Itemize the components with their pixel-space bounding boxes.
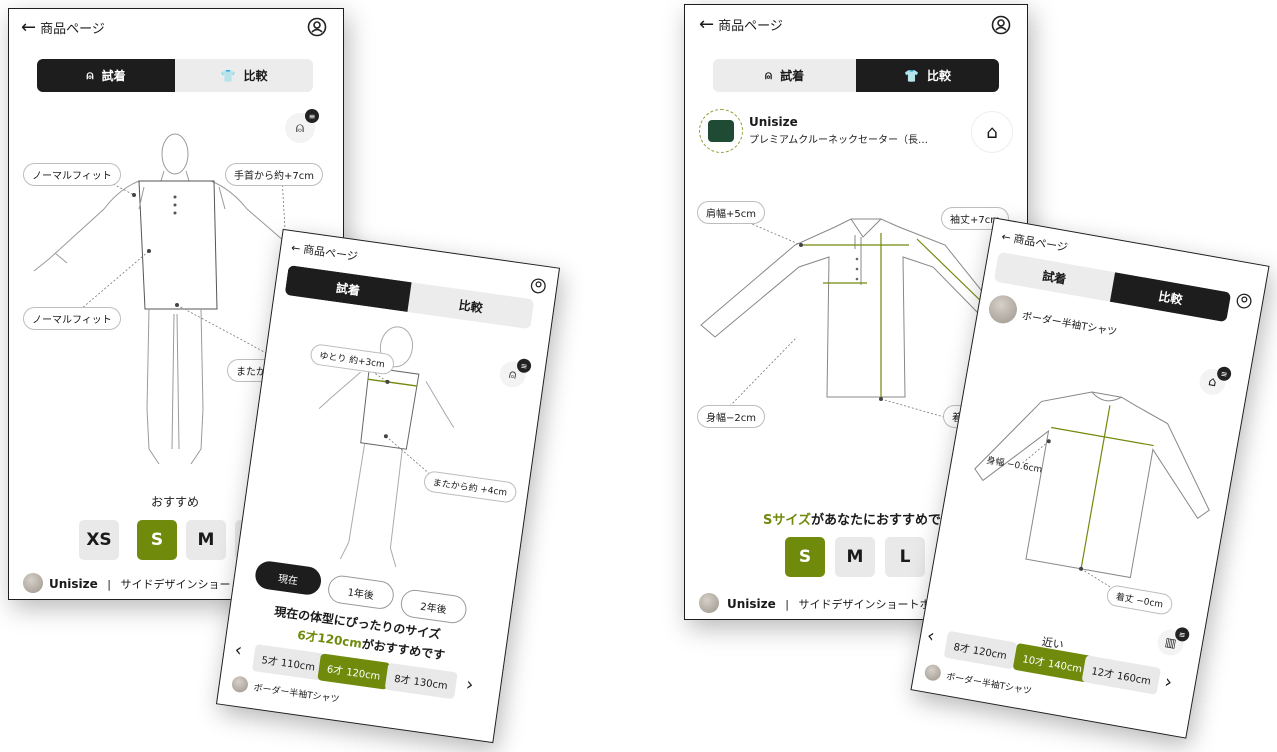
size-l-button[interactable]: L <box>885 537 925 577</box>
recommend-line: Sサイズがあなたにおすすめで <box>763 509 941 528</box>
size-s-button[interactable]: S <box>785 537 825 577</box>
size-chip[interactable]: 5才 110cm <box>251 644 325 681</box>
footer-product-bar[interactable]: Unisize | サイドデザインショートホ <box>49 576 253 592</box>
size-chip[interactable]: 8才 130cm <box>384 662 458 700</box>
size-chip-selected[interactable]: 6才 120cm <box>317 653 391 690</box>
size-chip-selected[interactable]: 10才 140cm <box>1012 642 1093 683</box>
footer-separator: | <box>107 578 111 591</box>
footer-brand: Unisize <box>727 597 776 611</box>
size-xs-button[interactable]: XS <box>79 520 119 560</box>
footer-product-name[interactable]: ボーダー半袖Tシャツ <box>945 669 1032 697</box>
size-chip[interactable]: 8才 120cm <box>943 630 1018 670</box>
recommend-size: Sサイズ <box>763 513 811 528</box>
footer-product-bar[interactable]: Unisize | サイドデザインショートホ <box>727 596 931 612</box>
footer-product-name: サイドデザインショートホ <box>798 598 931 611</box>
chart-button[interactable]: ▥ ≡ <box>1155 626 1191 658</box>
product-thumb <box>923 663 943 682</box>
tshirt-figure <box>974 391 1210 592</box>
size-chip[interactable]: 12才 160cm <box>1081 655 1162 695</box>
footer-separator: | <box>785 598 789 611</box>
chevron-left-icon[interactable]: ‹ <box>233 639 243 661</box>
footer-brand: Unisize <box>49 577 98 591</box>
recommend-suffix: があなたにおすすめで <box>810 513 941 528</box>
size-m-button[interactable]: M <box>835 537 875 577</box>
product-thumb <box>699 593 719 613</box>
chevron-right-icon[interactable]: › <box>1163 671 1174 693</box>
recommend-label: おすすめ <box>151 495 200 509</box>
fit-label-shoulder: 肩幅+5cm <box>697 201 765 224</box>
footer-product-name[interactable]: ボーダー半袖Tシャツ <box>253 680 340 705</box>
fit-label-body-width: 身幅−2cm <box>697 405 765 428</box>
fit-label-wrist: 手首から約+7cm <box>225 163 323 186</box>
product-thumb <box>23 573 43 593</box>
fit-label-chest: ノーマルフィット <box>23 163 121 186</box>
chevron-left-icon[interactable]: ‹ <box>925 625 936 647</box>
size-s-button[interactable]: S <box>137 520 177 560</box>
chevron-right-icon[interactable]: › <box>465 674 475 696</box>
fit-label-waist: ノーマルフィット <box>23 307 121 330</box>
product-thumb <box>230 675 249 694</box>
recommend-size: 6才120cm <box>296 627 363 651</box>
size-m-button[interactable]: M <box>186 520 226 560</box>
